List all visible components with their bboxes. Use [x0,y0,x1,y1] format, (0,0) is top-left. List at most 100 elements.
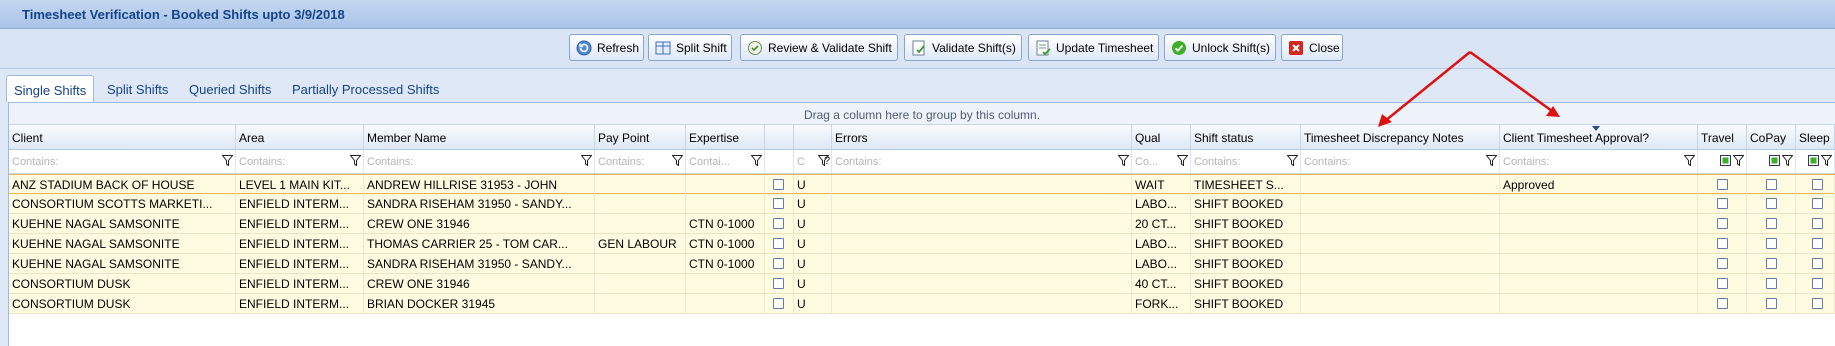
cell-client-timesheet-approval[interactable] [1500,234,1698,253]
checkbox-copay[interactable] [1766,278,1777,289]
cell-expertise[interactable]: CTN 0-1000 [686,214,765,233]
cell-u-flag[interactable]: U [794,214,832,233]
cell-area[interactable]: ENFIELD INTERM... [236,254,364,273]
checkbox-travel[interactable] [1717,179,1728,190]
table-row[interactable]: KUEHNE NAGAL SAMSONITE ENFIELD INTERM... C… [9,214,1835,234]
refresh-button[interactable]: Refresh [569,34,644,61]
column-header-shift-status[interactable]: Shift status [1191,125,1301,149]
cell-shift-status[interactable]: TIMESHEET S... [1191,175,1301,194]
filter-cell-area[interactable]: Contains: [236,150,364,173]
cell-u-flag[interactable]: U [794,294,832,313]
table-row[interactable]: ANZ STADIUM BACK OF HOUSE LEVEL 1 MAIN KI… [9,174,1835,194]
cell-client[interactable]: CONSORTIUM SCOTTS MARKETI... [9,194,236,213]
checkbox-flag[interactable] [773,198,784,209]
filter-cell-client[interactable]: Contains: [9,150,236,173]
cell-u-flag[interactable]: U [794,254,832,273]
checkbox-flag[interactable] [773,238,784,249]
column-header-sleep[interactable]: Sleep [1796,125,1835,149]
cell-expertise[interactable]: CTN 0-1000 [686,234,765,253]
cell-client-timesheet-approval[interactable] [1500,194,1698,213]
cell-client[interactable]: KUEHNE NAGAL SAMSONITE [9,214,236,233]
cell-shift-status[interactable]: SHIFT BOOKED [1191,294,1301,313]
cell-timesheet-discrepancy-notes[interactable] [1301,254,1500,273]
column-header-qual[interactable]: Qual [1132,125,1191,149]
cell-client[interactable]: CONSORTIUM DUSK [9,294,236,313]
review-validate-shift-button[interactable]: Review & Validate Shift [740,34,898,61]
cell-pay-point[interactable]: GEN LABOUR [595,234,686,253]
cell-shift-status[interactable]: SHIFT BOOKED [1191,234,1301,253]
table-row[interactable]: KUEHNE NAGAL SAMSONITE ENFIELD INTERM... T… [9,234,1835,254]
filter-funnel-icon[interactable] [1177,155,1188,166]
tab-partially-processed-shifts[interactable]: Partially Processed Shifts [285,75,446,102]
cell-timesheet-discrepancy-notes[interactable] [1301,214,1500,233]
filter-funnel-icon[interactable] [1782,155,1793,166]
column-header-travel[interactable]: Travel [1698,125,1747,149]
filter-cell-shift-status[interactable]: Contains: [1191,150,1301,173]
filter-funnel-icon[interactable] [1733,155,1744,166]
checkbox-copay[interactable] [1766,298,1777,309]
checkbox-sleep[interactable] [1812,198,1823,209]
cell-area[interactable]: ENFIELD INTERM... [236,214,364,233]
cell-member-name[interactable]: CREW ONE 31946 [364,214,595,233]
filter-funnel-icon[interactable] [672,155,683,166]
cell-member-name[interactable]: SANDRA RISEHAM 31950 - SANDY... [364,254,595,273]
filter-funnel-icon[interactable] [581,155,592,166]
filter-funnel-icon[interactable] [751,155,762,166]
filter-cell-timesheet-discrepancy-notes[interactable]: Contains: [1301,150,1500,173]
tab-queried-shifts[interactable]: Queried Shifts [182,75,278,102]
cell-client-timesheet-approval[interactable] [1500,294,1698,313]
cell-errors[interactable] [832,294,1132,313]
checkbox-flag[interactable] [773,298,784,309]
checkbox-copay[interactable] [1766,198,1777,209]
update-timesheet-button[interactable]: Update Timesheet [1028,34,1159,61]
checkbox-sleep[interactable] [1812,218,1823,229]
cell-qual[interactable]: 20 CT... [1132,214,1191,233]
cell-client[interactable]: CONSORTIUM DUSK [9,274,236,293]
checkbox-sleep[interactable] [1812,298,1823,309]
cell-client[interactable]: KUEHNE NAGAL SAMSONITE [9,254,236,273]
cell-client[interactable]: KUEHNE NAGAL SAMSONITE [9,234,236,253]
cell-expertise[interactable] [686,274,765,293]
group-by-panel[interactable]: Drag a column here to group by this colu… [9,103,1835,125]
table-row[interactable]: CONSORTIUM SCOTTS MARKETI... ENFIELD INTE… [9,194,1835,214]
select-all-checkbox-icon[interactable] [1720,155,1731,166]
cell-qual[interactable]: LABO... [1132,254,1191,273]
cell-area[interactable]: ENFIELD INTERM... [236,274,364,293]
checkbox-sleep[interactable] [1812,258,1823,269]
column-header-client[interactable]: Client [9,125,236,149]
checkbox-copay[interactable] [1766,218,1777,229]
cell-member-name[interactable]: BRIAN DOCKER 31945 [364,294,595,313]
filter-funnel-icon[interactable] [1486,155,1497,166]
filter-cell-flag[interactable] [765,150,794,173]
cell-shift-status[interactable]: SHIFT BOOKED [1191,194,1301,213]
checkbox-travel[interactable] [1717,298,1728,309]
cell-pay-point[interactable] [595,294,686,313]
cell-client-timesheet-approval[interactable] [1500,254,1698,273]
checkbox-sleep[interactable] [1812,179,1823,190]
checkbox-travel[interactable] [1717,198,1728,209]
cell-area[interactable]: ENFIELD INTERM... [236,234,364,253]
column-header-pay-point[interactable]: Pay Point [595,125,686,149]
cell-errors[interactable] [832,254,1132,273]
cell-qual[interactable]: 40 CT... [1132,274,1191,293]
column-header-area[interactable]: Area [236,125,364,149]
cell-expertise[interactable] [686,175,765,194]
checkbox-copay[interactable] [1766,179,1777,190]
cell-member-name[interactable]: ANDREW HILLRISE 31953 - JOHN [364,175,595,194]
cell-errors[interactable] [832,274,1132,293]
cell-area[interactable]: LEVEL 1 MAIN KIT... [236,175,364,194]
unlock-shifts-button[interactable]: Unlock Shift(s) [1164,34,1276,61]
column-header-errors[interactable]: Errors [832,125,1132,149]
tab-split-shifts[interactable]: Split Shifts [100,75,175,102]
cell-member-name[interactable]: SANDRA RISEHAM 31950 - SANDY... [364,194,595,213]
cell-pay-point[interactable] [595,274,686,293]
column-header-timesheet-discrepancy-notes[interactable]: Timesheet Discrepancy Notes [1301,125,1500,149]
checkbox-travel[interactable] [1717,258,1728,269]
filter-funnel-icon[interactable] [1684,155,1695,166]
select-all-checkbox-icon[interactable] [1808,155,1819,166]
cell-qual[interactable]: FORK... [1132,294,1191,313]
validate-shifts-button[interactable]: Validate Shift(s) [904,34,1022,61]
cell-timesheet-discrepancy-notes[interactable] [1301,194,1500,213]
cell-member-name[interactable]: THOMAS CARRIER 25 - TOM CAR... [364,234,595,253]
filter-funnel-icon[interactable] [1287,155,1298,166]
